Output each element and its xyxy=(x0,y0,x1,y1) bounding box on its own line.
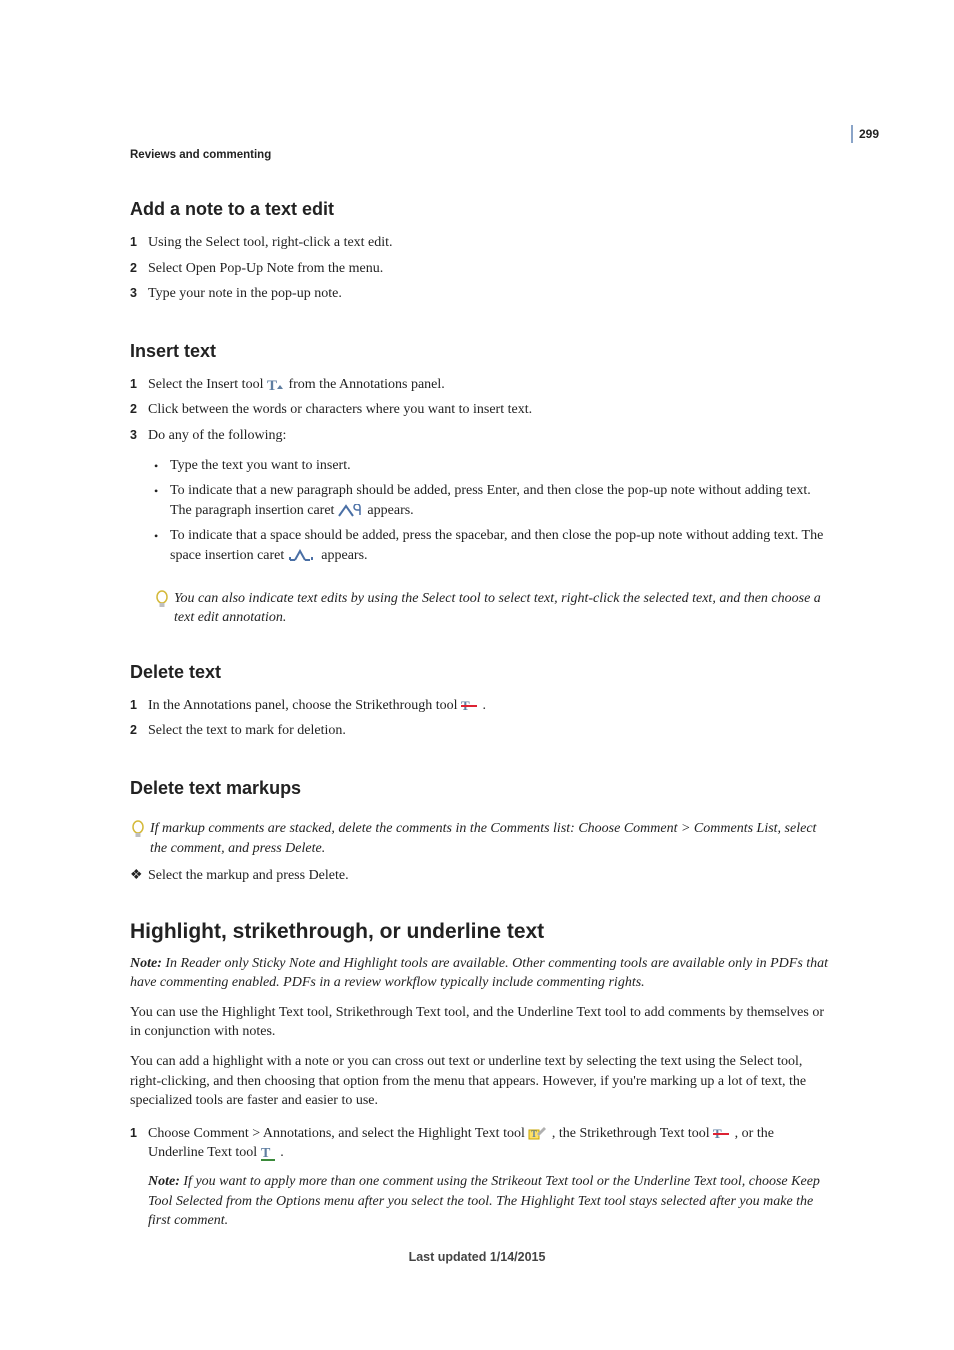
text-fragment: , the Strikethrough Text tool xyxy=(552,1126,713,1141)
step-number: 2 xyxy=(130,400,148,420)
note-text: If you want to apply more than one comme… xyxy=(148,1174,820,1228)
heading-highlight: Highlight, strikethrough, or underline t… xyxy=(130,920,830,944)
note-keep-selected: Note: If you want to apply more than one… xyxy=(148,1172,830,1231)
step-number: 3 xyxy=(130,284,148,304)
bullet-icon: • xyxy=(154,456,170,476)
step-number: 1 xyxy=(130,233,148,253)
text-fragment: In the Annotations panel, choose the Str… xyxy=(148,698,461,713)
text-fragment: from the Annotations panel. xyxy=(288,377,444,392)
tip-text: You can also indicate text edits by usin… xyxy=(174,589,830,628)
bullet-text: Type the text you want to insert. xyxy=(170,456,830,476)
svg-text:T: T xyxy=(261,1146,271,1161)
highlight-text-tool-icon: T xyxy=(528,1126,548,1142)
text-fragment: To indicate that a new paragraph should … xyxy=(170,483,811,518)
section-add-note: Add a note to a text edit 1Using the Sel… xyxy=(130,199,830,307)
note-reader: Note: In Reader only Sticky Note and Hig… xyxy=(130,954,830,993)
svg-text:T: T xyxy=(531,1129,537,1139)
tip-delete-markups: If markup comments are stacked, delete t… xyxy=(130,819,830,858)
heading-add-note: Add a note to a text edit xyxy=(130,199,830,220)
step-number: 2 xyxy=(130,259,148,279)
note-label: Note: xyxy=(130,956,165,971)
text-fragment: . xyxy=(280,1145,284,1160)
body-paragraph: You can add a highlight with a note or y… xyxy=(130,1052,830,1111)
section-delete-markups: Delete text markups If markup comments a… xyxy=(130,778,830,886)
text-fragment: Choose Comment > Annotations, and select… xyxy=(148,1126,528,1141)
bullet-icon: • xyxy=(154,526,170,565)
lightbulb-icon xyxy=(130,819,150,858)
underline-text-tool-icon: T xyxy=(261,1145,277,1161)
tip-insert-text: You can also indicate text edits by usin… xyxy=(154,589,830,628)
bullet-icon: • xyxy=(154,481,170,520)
strikethrough-text-tool-icon: T xyxy=(713,1127,731,1141)
diamond-bullet-icon: ❖ xyxy=(130,866,148,886)
step-text: Click between the words or characters wh… xyxy=(148,400,830,420)
step-number: 1 xyxy=(130,375,148,395)
action-item: ❖ Select the markup and press Delete. xyxy=(130,866,830,886)
section-delete-text: Delete text 1 In the Annotations panel, … xyxy=(130,662,830,744)
page-content: Reviews and commenting Add a note to a t… xyxy=(130,149,830,1241)
page-number: 299 xyxy=(851,125,879,143)
note-label: Note: xyxy=(148,1174,183,1189)
running-head: Reviews and commenting xyxy=(130,149,830,161)
step-text: Using the Select tool, right-click a tex… xyxy=(148,233,830,253)
section-highlight: Highlight, strikethrough, or underline t… xyxy=(130,920,830,1231)
tip-text: If markup comments are stacked, delete t… xyxy=(150,819,830,858)
text-fragment: appears. xyxy=(321,548,367,563)
page-footer: Last updated 1/14/2015 xyxy=(0,1250,954,1264)
heading-delete-markups: Delete text markups xyxy=(130,778,830,799)
step-text: Choose Comment > Annotations, and select… xyxy=(148,1124,830,1163)
svg-text:T: T xyxy=(267,378,277,393)
section-insert-text: Insert text 1 Select the Insert tool T f… xyxy=(130,341,830,628)
text-fragment: appears. xyxy=(367,503,413,518)
step-text: In the Annotations panel, choose the Str… xyxy=(148,696,830,716)
text-fragment: . xyxy=(483,698,487,713)
action-text: Select the markup and press Delete. xyxy=(148,866,349,886)
text-fragment: Select the Insert tool xyxy=(148,377,267,392)
space-caret-icon xyxy=(288,549,318,563)
bullet-text: To indicate that a space should be added… xyxy=(170,526,830,565)
lightbulb-icon xyxy=(154,589,174,628)
step-text: Select Open Pop-Up Note from the menu. xyxy=(148,259,830,279)
bullet-text: To indicate that a new paragraph should … xyxy=(170,481,830,520)
step-number: 1 xyxy=(130,696,148,716)
insert-text-tool-icon: T xyxy=(267,377,285,393)
step-number: 1 xyxy=(130,1124,148,1163)
heading-insert-text: Insert text xyxy=(130,341,830,362)
strikethrough-tool-icon: T xyxy=(461,699,479,713)
paragraph-caret-icon xyxy=(338,504,364,518)
note-text: In Reader only Sticky Note and Highlight… xyxy=(130,956,828,991)
heading-delete-text: Delete text xyxy=(130,662,830,683)
step-text: Type your note in the pop-up note. xyxy=(148,284,830,304)
step-number: 2 xyxy=(130,721,148,741)
step-number: 3 xyxy=(130,426,148,446)
body-paragraph: You can use the Highlight Text tool, Str… xyxy=(130,1003,830,1042)
step-text: Select the text to mark for deletion. xyxy=(148,721,830,741)
step-text: Select the Insert tool T from the Annota… xyxy=(148,375,830,395)
step-text: Do any of the following: xyxy=(148,426,830,446)
text-fragment: To indicate that a space should be added… xyxy=(170,528,823,563)
